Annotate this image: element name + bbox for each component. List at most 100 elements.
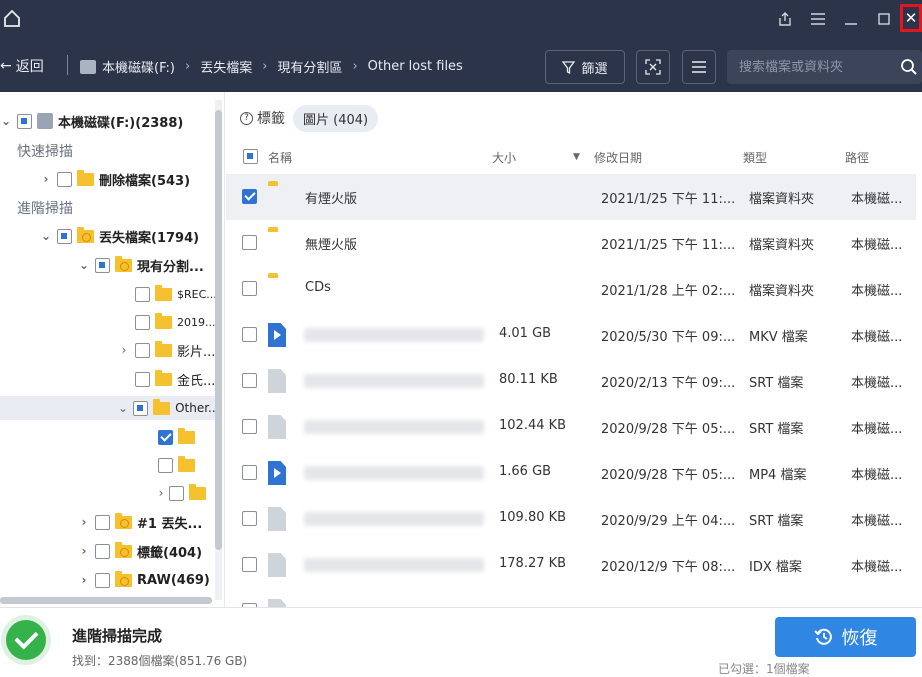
chevron-right-icon[interactable]: › <box>78 544 90 558</box>
chevron-down-icon[interactable]: ⌄ <box>0 114 12 128</box>
help-icon[interactable]: ? <box>240 111 253 125</box>
column-name[interactable]: 名稱 <box>268 149 292 166</box>
maximize-icon[interactable] <box>867 0 900 38</box>
sort-down-icon[interactable]: ▼ <box>573 152 580 162</box>
recover-button[interactable]: 恢復 <box>775 617 916 657</box>
table-row[interactable]: 102.44 KB 2020/9/28 下午 05:... SRT 檔案 本機磁… <box>226 404 916 450</box>
tree-item-tags[interactable]: › 標籤(404) <box>78 539 202 563</box>
search-input[interactable] <box>727 50 887 84</box>
file-size: 4.01 GB <box>499 326 552 341</box>
table-row[interactable]: 無煙火版 2021/1/25 下午 11:... 檔案資料夾 本機磁... <box>226 220 916 266</box>
tree-item-lost[interactable]: ⌄ 丟失檔案(1794) <box>40 224 199 248</box>
column-size[interactable]: 大小 <box>492 149 516 166</box>
video-file-icon <box>268 323 286 347</box>
chevron-right-icon[interactable]: › <box>78 515 90 529</box>
tag-chip-pictures[interactable]: 圖片 (404) <box>293 104 379 132</box>
tree-item-existing-partition[interactable]: ⌄ 現有分割... <box>78 253 204 277</box>
breadcrumb-drive[interactable]: 本機磁碟(F:) <box>102 57 175 76</box>
preview-button[interactable] <box>636 50 670 84</box>
column-type[interactable]: 類型 <box>743 149 767 166</box>
table-row[interactable]: 109.80 KB 2020/9/29 上午 04:... SRT 檔案 本機磁… <box>226 496 916 542</box>
checkbox[interactable] <box>135 342 150 358</box>
file-path: 本機磁... <box>851 330 903 345</box>
tree-item-sub3[interactable]: › <box>158 481 206 505</box>
tree-item-deleted[interactable]: › 刪除檔案(543) <box>40 167 190 191</box>
column-date[interactable]: 修改日期 <box>594 149 642 166</box>
export-icon[interactable] <box>768 0 801 38</box>
checkbox[interactable] <box>17 113 32 129</box>
back-button[interactable]: ← 返回 <box>0 56 44 76</box>
drive-icon <box>37 113 53 129</box>
home-icon[interactable] <box>2 8 22 28</box>
checkbox[interactable] <box>242 281 257 296</box>
checkbox[interactable] <box>242 189 257 204</box>
tree-item-other[interactable]: ⌄ Other... <box>0 396 219 420</box>
table-row[interactable]: 80.11 KB 2020/2/13 下午 09:... SRT 檔案 本機磁.… <box>226 358 916 404</box>
list-view-button[interactable] <box>682 50 716 84</box>
checkbox[interactable] <box>135 371 150 387</box>
filter-button[interactable]: 篩選 <box>545 50 625 84</box>
chevron-right-icon[interactable]: › <box>118 343 130 357</box>
checkbox[interactable] <box>133 400 149 416</box>
tree-item-root[interactable]: ⌄ 本機磁碟(F:)(2388) <box>0 109 183 133</box>
chevron-down-icon[interactable]: ⌄ <box>40 229 52 243</box>
checkbox[interactable] <box>135 314 150 330</box>
tree-item-jin[interactable]: 金氏... <box>118 367 215 391</box>
column-path[interactable]: 路徑 <box>845 149 869 166</box>
partition-folder-icon <box>115 255 132 272</box>
file-size: 1.66 GB <box>499 464 552 479</box>
breadcrumb-other-lost-files[interactable]: Other lost files <box>368 59 463 74</box>
checkbox[interactable] <box>169 485 184 501</box>
chevron-down-icon[interactable]: ⌄ <box>118 401 128 415</box>
checkbox[interactable] <box>242 557 257 572</box>
tree-item-sub2[interactable] <box>158 453 195 477</box>
close-icon[interactable]: ✕ <box>900 4 922 32</box>
checkbox[interactable] <box>95 257 110 273</box>
tree-item-2019[interactable]: 2019... <box>118 310 215 334</box>
table-row[interactable]: CDs 2021/1/28 上午 02:... 檔案資料夾 本機磁... <box>226 266 916 312</box>
nav-bar: ← 返回 本機磁碟(F:) › 丟失檔案 › 現有分割區 › Other los… <box>0 38 922 92</box>
breadcrumb-lost-files[interactable]: 丟失檔案 <box>200 57 252 76</box>
select-all-checkbox[interactable] <box>243 149 258 164</box>
checkbox[interactable] <box>135 286 150 302</box>
tree-item-sub1[interactable] <box>158 425 195 449</box>
file-type: MP4 檔案 <box>749 468 807 483</box>
chevron-right-icon[interactable]: › <box>78 573 90 587</box>
checkbox[interactable] <box>242 327 257 342</box>
checkbox[interactable] <box>242 419 257 434</box>
table-row[interactable]: 178.27 KB 2020/12/9 下午 08:... IDX 檔案 本機磁… <box>226 542 916 588</box>
scrollbar-thumb[interactable] <box>215 110 222 550</box>
tree-label: 刪除檔案(543) <box>99 173 191 189</box>
tree-item-lost1[interactable]: › #1 丟失... <box>78 510 202 534</box>
breadcrumb-existing-partition[interactable]: 現有分割區 <box>277 57 342 76</box>
sidebar-horizontal-scrollbar[interactable] <box>0 597 212 604</box>
minimize-icon[interactable] <box>834 0 867 38</box>
chevron-right-icon[interactable]: › <box>158 486 164 500</box>
sidebar-scrollbar[interactable] <box>215 100 222 600</box>
checkbox[interactable] <box>242 235 257 250</box>
checkbox[interactable] <box>95 514 110 530</box>
tree-item-videos[interactable]: › 影片... <box>118 338 215 362</box>
table-row[interactable]: 有煙火版 2021/1/25 下午 11:... 檔案資料夾 本機磁... <box>226 174 916 220</box>
checkbox[interactable] <box>158 429 173 445</box>
chevron-right-icon[interactable]: › <box>40 172 52 186</box>
table-row[interactable]: 1.66 GB 2020/9/28 下午 05:... MP4 檔案 本機磁..… <box>226 450 916 496</box>
checkbox[interactable] <box>242 511 257 526</box>
checkbox[interactable] <box>242 465 257 480</box>
checkbox[interactable] <box>57 171 72 187</box>
menu-icon[interactable] <box>801 0 834 38</box>
search-icon[interactable] <box>900 58 918 76</box>
tree-item-raw[interactable]: › RAW(469) <box>78 568 210 592</box>
table-row-partial[interactable] <box>226 588 916 607</box>
checkbox[interactable] <box>95 572 110 588</box>
table-row[interactable]: 4.01 GB 2020/5/30 下午 09:... MKV 檔案 本機磁..… <box>226 312 916 358</box>
blurred-file-name <box>304 466 484 480</box>
chevron-down-icon[interactable]: ⌄ <box>78 258 90 272</box>
checkbox[interactable] <box>158 457 173 473</box>
checkbox[interactable] <box>242 373 257 388</box>
checkbox[interactable] <box>95 543 110 559</box>
file-date: 2021/1/25 下午 11:... <box>601 238 736 253</box>
tree-item-recycle[interactable]: $REC... <box>118 282 217 306</box>
search-box <box>727 50 922 84</box>
checkbox[interactable] <box>57 228 72 244</box>
